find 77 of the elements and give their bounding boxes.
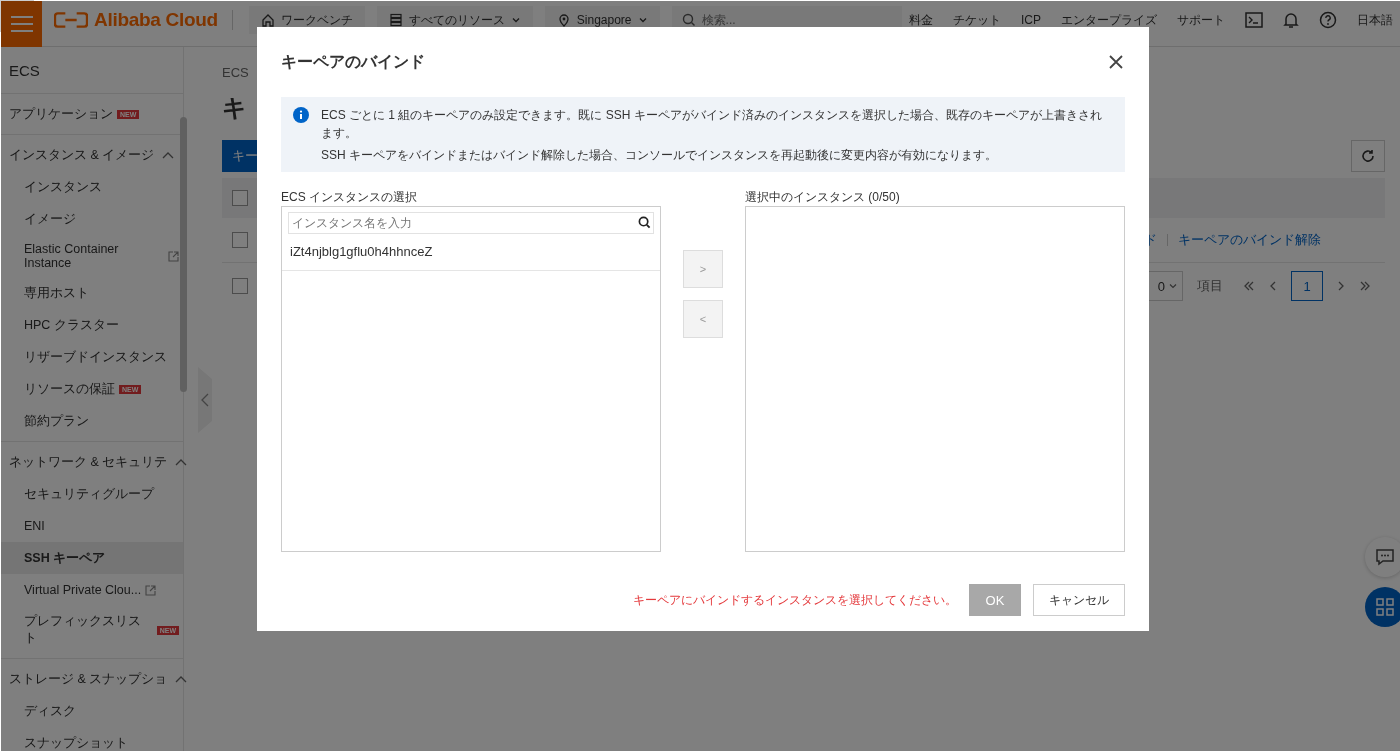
menu-icon bbox=[10, 15, 33, 33]
sidebar-section[interactable]: ネットワーク & セキュリテ bbox=[9, 453, 168, 471]
error-message: キーペアにバインドするインスタンスを選択してください。 bbox=[633, 591, 957, 609]
sidebar-item[interactable]: リザーブドインスタンス bbox=[1, 341, 183, 373]
sidebar-title: ECS bbox=[1, 47, 183, 94]
bell-icon[interactable] bbox=[1283, 11, 1299, 29]
chevron-up-icon[interactable] bbox=[175, 458, 188, 466]
checkbox[interactable] bbox=[232, 232, 248, 248]
instance-item[interactable]: iZt4njblg1gflu0h4hhnceZ bbox=[282, 234, 660, 271]
help-icon[interactable] bbox=[1319, 11, 1337, 29]
checkbox[interactable] bbox=[232, 278, 248, 294]
previous-page-icon[interactable] bbox=[1269, 280, 1277, 292]
apps-button[interactable] bbox=[1365, 587, 1400, 627]
logo-text: Alibaba Cloud bbox=[94, 9, 218, 31]
sidebar-item[interactable]: 専用ホスト bbox=[1, 277, 183, 309]
top-link[interactable]: ICP bbox=[1021, 13, 1041, 27]
chevron-up-icon[interactable] bbox=[162, 151, 175, 159]
info-text: SSH キーペアをバインドまたはバインド解除した場合、コンソールでインスタンスを再起動後に変更内容が有効になります。 bbox=[321, 147, 998, 164]
menu-button[interactable] bbox=[1, 1, 42, 47]
location-pin-icon bbox=[556, 13, 571, 27]
sidebar-item[interactable]: 節約プラン bbox=[1, 405, 183, 437]
chevron-down-icon bbox=[637, 15, 648, 25]
grid-icon bbox=[1375, 597, 1395, 617]
external-link-icon bbox=[168, 250, 179, 262]
dialog-title: キーペアのバインド bbox=[281, 51, 425, 72]
create-button[interactable]: キー bbox=[222, 140, 257, 172]
sidebar-item[interactable]: SSH キーペア bbox=[1, 542, 183, 574]
logo-icon bbox=[54, 11, 88, 29]
top-link[interactable]: エンタープライズ bbox=[1061, 11, 1157, 29]
chevron-down-icon bbox=[510, 15, 521, 25]
top-link[interactable]: 料金 bbox=[909, 11, 933, 29]
top-link[interactable]: サポート bbox=[1177, 11, 1225, 29]
search-icon bbox=[638, 216, 651, 229]
sidebar-item[interactable]: スナップショット bbox=[1, 727, 183, 751]
action-link[interactable]: キーペアのバインド解除 bbox=[1178, 231, 1321, 249]
list-icon bbox=[388, 13, 403, 27]
checkbox[interactable] bbox=[232, 190, 248, 206]
refresh-icon bbox=[1361, 149, 1375, 163]
scrollbar[interactable] bbox=[180, 117, 187, 392]
language-link[interactable]: 日本語 bbox=[1357, 11, 1393, 29]
sidebar-item[interactable]: Elastic Container Instance bbox=[1, 235, 183, 277]
top-link[interactable]: チケット bbox=[953, 11, 1001, 29]
info-icon bbox=[293, 107, 309, 123]
chat-icon bbox=[1375, 548, 1395, 566]
chevron-left-icon bbox=[201, 393, 209, 407]
refresh-button[interactable] bbox=[1351, 140, 1385, 172]
home-icon bbox=[260, 13, 275, 27]
page-size-unit: 項目 bbox=[1197, 277, 1223, 295]
sidebar-section[interactable]: ストレージ & スナップショ bbox=[9, 670, 168, 688]
chevron-up-icon[interactable] bbox=[175, 675, 188, 683]
sidebar-item[interactable]: ENI bbox=[1, 510, 183, 542]
sidebar-item[interactable]: インスタンス bbox=[1, 171, 183, 203]
close-button[interactable] bbox=[1109, 55, 1123, 69]
sidebar-item[interactable]: セキュリティグループ bbox=[1, 478, 183, 510]
close-icon bbox=[1109, 55, 1123, 69]
chat-button[interactable] bbox=[1365, 537, 1400, 577]
search-field[interactable]: インスタンス名を入力 bbox=[288, 212, 654, 234]
page-title: キ bbox=[222, 93, 248, 123]
info-text: ECS ごとに 1 組のキーペアのみ設定できます。既に SSH キーペアがバインド済みのインスタンスを選択した場合、既存のキーペアが上書きされます。 bbox=[321, 107, 1103, 142]
terminal-icon[interactable] bbox=[1245, 12, 1263, 28]
first-page-icon[interactable] bbox=[1243, 280, 1255, 292]
next-page-icon[interactable] bbox=[1337, 280, 1345, 292]
external-link-icon bbox=[145, 584, 157, 596]
search-icon bbox=[681, 13, 696, 27]
sidebar-section[interactable]: インスタンス & イメージ bbox=[9, 146, 155, 164]
panel-title: ECS インスタンスの選択 bbox=[281, 189, 418, 206]
chevron-down-icon bbox=[1168, 281, 1178, 291]
panel-title: 選択中のインスタンス (0/50) bbox=[745, 189, 901, 206]
sidebar-item[interactable]: ディスク bbox=[1, 695, 183, 727]
sidebar-section[interactable]: アプリケーション bbox=[9, 105, 113, 123]
page-button[interactable]: 1 bbox=[1291, 271, 1323, 301]
sidebar-item[interactable]: HPC クラスター bbox=[1, 309, 183, 341]
sidebar-item[interactable]: Virtual Private Clou... bbox=[1, 574, 183, 606]
cancel-button[interactable]: キャンセル bbox=[1033, 584, 1125, 616]
breadcrumb[interactable]: ECS bbox=[222, 65, 252, 80]
sidebar-item[interactable]: イメージ bbox=[1, 203, 183, 235]
last-page-icon[interactable] bbox=[1359, 280, 1371, 292]
